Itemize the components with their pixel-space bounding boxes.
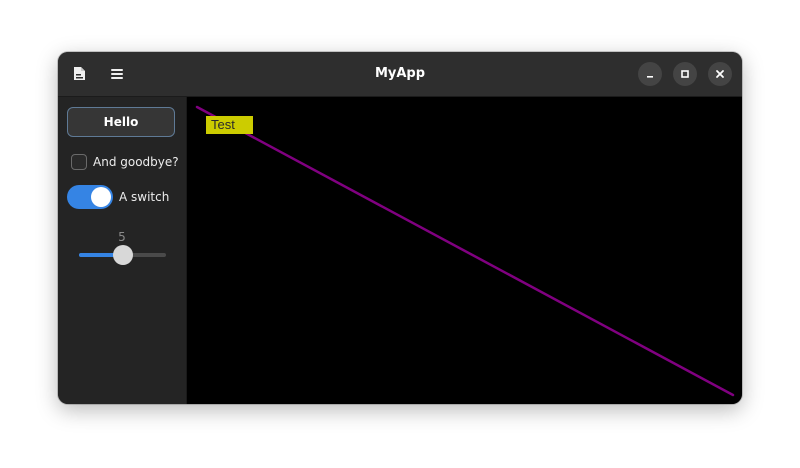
minimize-button[interactable] — [638, 62, 662, 86]
goodbye-checkbox-label: And goodbye? — [93, 155, 179, 169]
sidebar: Hello And goodbye? A switch 5 — [58, 97, 187, 404]
test-label: Test — [206, 116, 253, 134]
a-switch-toggle[interactable] — [67, 185, 113, 209]
switch-knob — [91, 187, 111, 207]
slider-value-label: 5 — [118, 230, 126, 244]
goodbye-checkbox-row[interactable]: And goodbye? — [71, 152, 179, 172]
drawing-area[interactable]: Test — [187, 97, 742, 404]
minimize-icon — [647, 76, 653, 78]
drawing-canvas — [195, 105, 735, 397]
switch-label: A switch — [119, 190, 170, 204]
headerbar: MyApp — [58, 52, 742, 97]
hello-button[interactable]: Hello — [67, 107, 175, 137]
slider-handle[interactable] — [112, 245, 133, 265]
maximize-icon — [681, 70, 689, 78]
close-button[interactable] — [708, 62, 732, 86]
slider-track[interactable] — [79, 245, 166, 265]
maximize-button[interactable] — [673, 62, 697, 86]
goodbye-checkbox[interactable] — [71, 154, 87, 170]
app-window: MyApp Hello And goodbye? A switch 5 Test — [58, 52, 742, 404]
diagonal-line — [195, 105, 735, 397]
switch-row[interactable]: A switch — [67, 184, 169, 210]
close-icon — [716, 70, 724, 78]
